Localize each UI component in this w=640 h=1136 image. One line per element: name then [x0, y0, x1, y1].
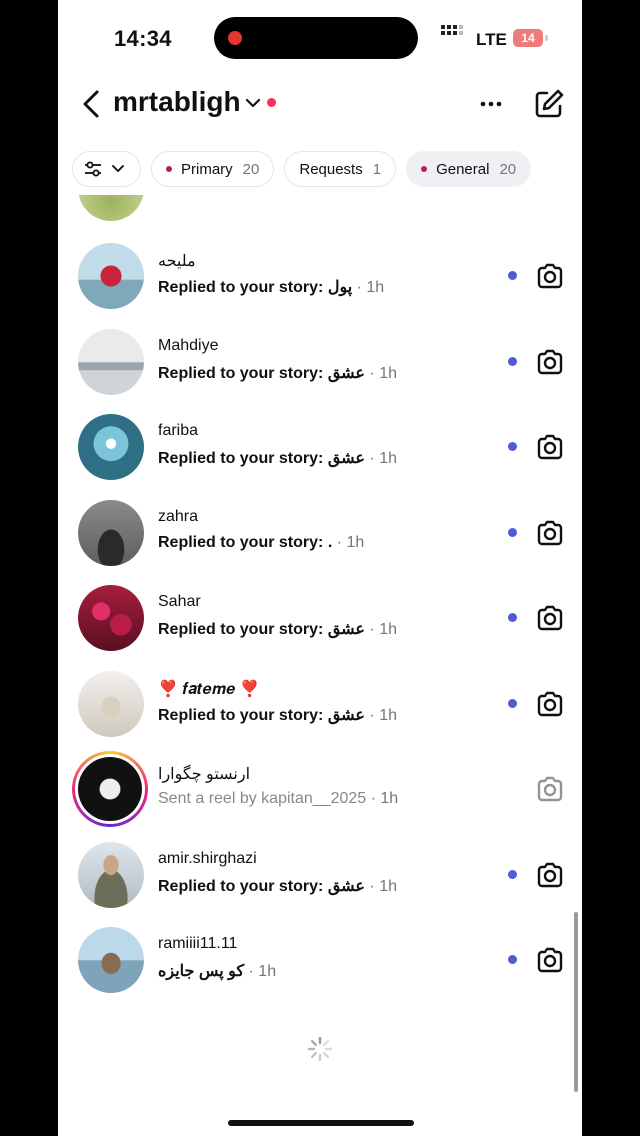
network-type: LTE [476, 30, 507, 49]
tab-count: 1 [372, 160, 382, 178]
filter-button[interactable] [72, 151, 141, 187]
thread-name: ❣️ 𝒇𝒂𝒕𝒆𝒎𝒆 ❣️ [158, 681, 260, 698]
inbox-filter-tabs: Primary 20 Requests 1 General 20 [72, 151, 532, 187]
thread-preview: Replied to your story: عشق · 1h [158, 707, 398, 724]
chevron-left-icon [83, 90, 99, 118]
avatar [78, 757, 142, 821]
thread-name: amir.shirghazi [158, 850, 257, 867]
avatar [78, 585, 144, 651]
avatar-partial [78, 195, 144, 221]
tab-label: Requests [299, 160, 363, 178]
thread-row[interactable]: fariba Replied to your story: عشق · 1h [58, 411, 582, 496]
dynamic-island [214, 17, 418, 59]
tab-label: Primary [181, 160, 233, 178]
tab-requests[interactable]: Requests 1 [284, 151, 397, 187]
camera-icon[interactable] [535, 689, 565, 719]
camera-icon[interactable] [535, 860, 565, 890]
unread-indicator [508, 613, 517, 622]
unread-indicator [508, 699, 517, 708]
tab-count: 20 [242, 160, 260, 178]
avatar [78, 671, 144, 737]
thread-row[interactable]: ملیحه Replied to your story: پول · 1h [58, 240, 582, 325]
unread-indicator [508, 357, 517, 366]
avatar [78, 842, 144, 908]
thread-name: ملیحه [158, 253, 196, 270]
unread-indicator [508, 442, 517, 451]
battery-tip [545, 35, 548, 41]
thread-name: ramiiii11.11 [158, 935, 238, 952]
thread-name: ارنستو چگوارا [158, 766, 251, 783]
avatar [78, 927, 144, 993]
unread-indicator [508, 271, 517, 280]
thread-preview: Replied to your story: عشق · 1h [158, 450, 398, 467]
compose-icon [535, 89, 564, 118]
loading-spinner-icon [307, 1036, 333, 1062]
camera-icon[interactable] [535, 774, 565, 804]
camera-icon[interactable] [535, 518, 565, 548]
tab-dot [421, 166, 428, 172]
tab-dot [166, 166, 172, 172]
unread-indicator [508, 528, 517, 537]
thread-preview: Replied to your story: . · 1h [158, 534, 365, 551]
ellipsis-icon [480, 101, 502, 107]
camera-icon[interactable] [535, 603, 565, 633]
camera-icon[interactable] [535, 432, 565, 462]
thread-preview: Replied to your story: عشق · 1h [158, 878, 398, 895]
battery-icon: 14 [513, 29, 543, 47]
account-switch-button[interactable] [245, 96, 261, 110]
camera-icon[interactable] [535, 261, 565, 291]
thread-preview: Replied to your story: عشق · 1h [158, 621, 398, 638]
thread-row[interactable]: ❣️ 𝒇𝒂𝒕𝒆𝒎𝒆 ❣️ Replied to your story: عشق … [58, 668, 582, 753]
tab-general[interactable]: General 20 [406, 151, 532, 187]
thread-preview: کو پس جایزه · 1h [158, 963, 277, 980]
avatar [78, 329, 144, 395]
avatar [78, 500, 144, 566]
avatar [78, 243, 144, 309]
chevron-down-icon [112, 165, 124, 173]
thread-row[interactable]: Sahar Replied to your story: عشق · 1h [58, 582, 582, 667]
thread-preview: Sent a reel by kapitan__2025 · 1h [158, 790, 399, 807]
avatar-story-ring[interactable] [72, 751, 148, 827]
thread-preview: Replied to your story: عشق · 1h [158, 365, 398, 382]
chevron-down-icon [245, 98, 261, 108]
tab-count: 20 [499, 160, 517, 178]
signal-icon [441, 31, 463, 35]
recording-indicator [228, 31, 242, 45]
unread-indicator [508, 870, 517, 879]
account-notification-dot [267, 98, 276, 107]
thread-row[interactable]: zahra Replied to your story: . · 1h [58, 497, 582, 582]
thread-row[interactable]: amir.shirghazi Replied to your story: عش… [58, 839, 582, 924]
phone-screen: 14:34 LTE 14 mrtabligh Primary 20 Reques… [58, 0, 582, 1136]
camera-icon[interactable] [535, 945, 565, 975]
sliders-icon [85, 161, 101, 177]
unread-indicator [508, 955, 517, 964]
thread-name: zahra [158, 508, 199, 525]
thread-name: fariba [158, 422, 199, 439]
camera-icon[interactable] [535, 347, 565, 377]
back-button[interactable] [80, 88, 104, 120]
scrollbar[interactable] [574, 912, 578, 1092]
more-options-button[interactable] [477, 92, 505, 116]
tab-primary[interactable]: Primary 20 [151, 151, 275, 187]
account-name[interactable]: mrtabligh [113, 86, 241, 118]
thread-name: Mahdiye [158, 337, 219, 354]
home-indicator[interactable] [228, 1120, 414, 1126]
thread-row[interactable]: Mahdiye Replied to your story: عشق · 1h [58, 326, 582, 411]
new-message-button[interactable] [533, 88, 565, 120]
thread-row[interactable]: ارنستو چگوارا Sent a reel by kapitan__20… [58, 751, 582, 838]
status-time: 14:34 [114, 26, 172, 51]
thread-row[interactable]: ramiiii11.11 کو پس جایزه · 1h [58, 924, 582, 1009]
avatar [78, 414, 144, 480]
thread-name: Sahar [158, 593, 201, 610]
tab-label: General [436, 160, 490, 178]
thread-preview: Replied to your story: پول · 1h [158, 279, 385, 296]
